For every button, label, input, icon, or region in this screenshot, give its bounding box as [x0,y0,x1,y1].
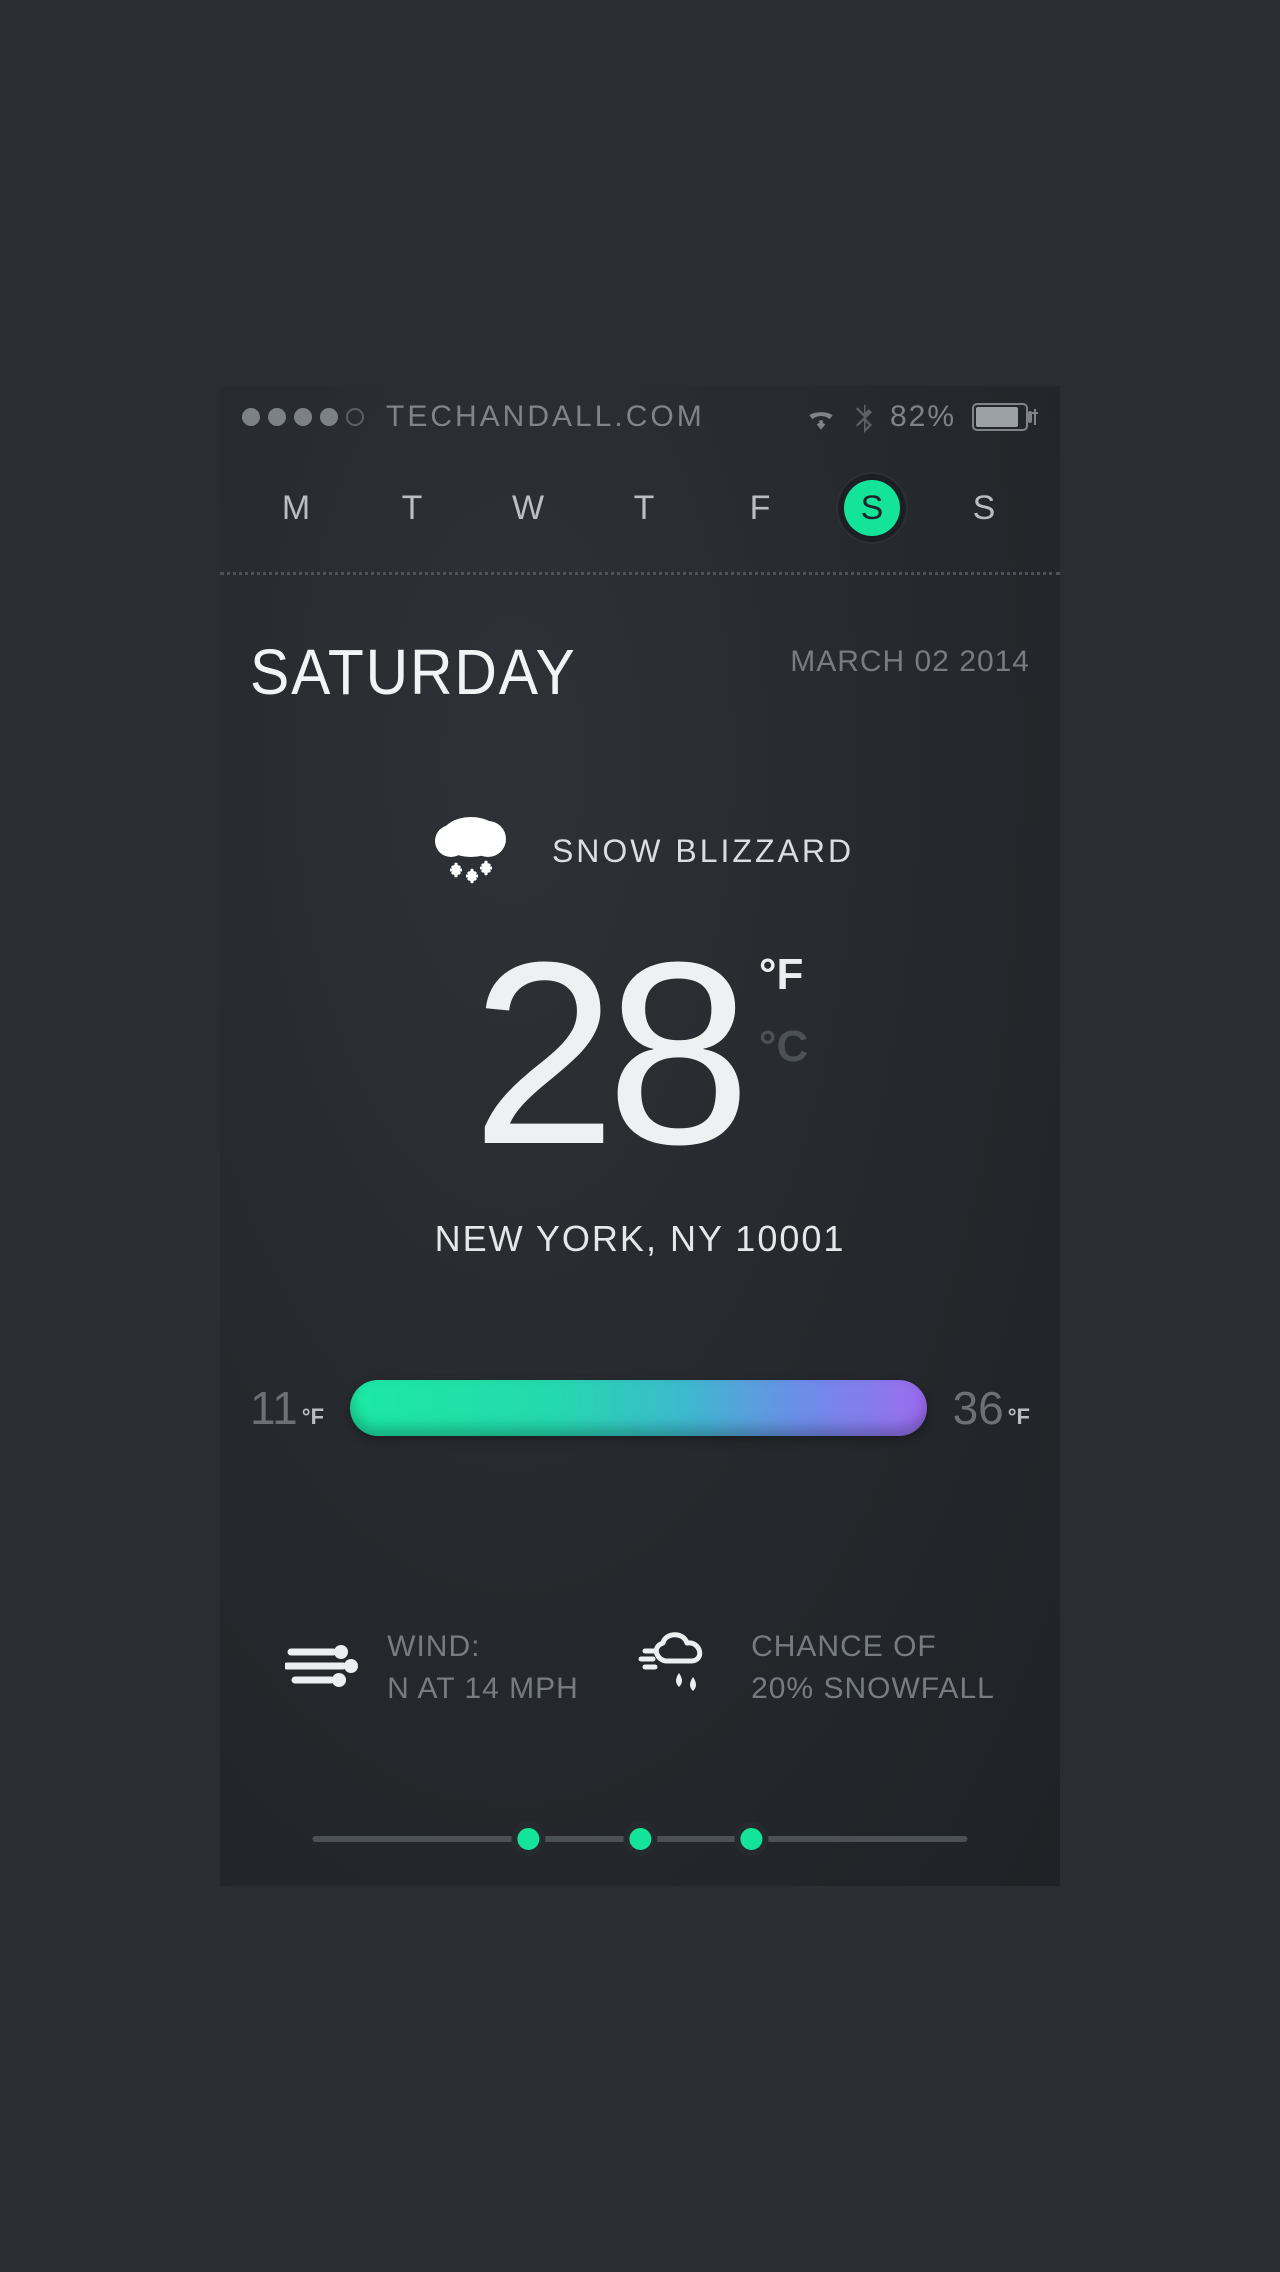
day-tab-sat[interactable]: S [844,480,900,536]
wind-label: WIND: [387,1626,579,1668]
temperature-value: 28 [472,924,741,1184]
location-label: NEW YORK, NY 10001 [220,1218,1060,1260]
day-tab-sun[interactable]: S [952,489,1016,528]
temperature-range: 11 °F 36 °F [220,1380,1060,1436]
wifi-icon [804,404,838,430]
range-gradient-bar [350,1380,927,1436]
header-row: SATURDAY MARCH 02 2014 [220,575,1060,719]
precip-detail: CHANCE OF 20% SNOWFALL [637,1626,995,1710]
day-tab-fri[interactable]: F [728,489,792,528]
day-tab-thu[interactable]: T [612,489,676,528]
precip-label: CHANCE OF [751,1626,995,1668]
precip-value: 20% SNOWFALL [751,1668,995,1710]
day-tab-tue[interactable]: T [380,489,444,528]
range-high: 36 °F [953,1381,1030,1435]
pager-dot-3[interactable] [734,1822,768,1856]
day-tab-mon[interactable]: M [264,489,328,528]
range-high-value: 36 [953,1381,1004,1435]
wind-value: N AT 14 MPH [387,1668,579,1710]
wind-icon [285,1638,363,1699]
range-high-unit: °F [1008,1404,1030,1430]
snow-cloud-icon [426,809,516,894]
battery-percentage: 82% [890,400,956,434]
range-low: 11 °F [250,1381,324,1435]
condition-label: SNOW BLIZZARD [552,833,854,870]
range-low-unit: °F [302,1404,324,1430]
battery-icon [972,403,1038,431]
date-label: MARCH 02 2014 [790,635,1030,679]
signal-strength-icon [242,408,364,426]
condition-row: SNOW BLIZZARD [220,809,1060,894]
unit-fahrenheit[interactable]: °F [759,950,808,1000]
rain-cloud-icon [637,1631,727,1706]
day-tab-wed[interactable]: W [496,489,560,528]
details-row: WIND: N AT 14 MPH CHANCE OF [220,1626,1060,1710]
wind-detail: WIND: N AT 14 MPH [285,1626,579,1710]
temperature-row: 28 °F °C [220,924,1060,1184]
pager-dot-1[interactable] [512,1822,546,1856]
carrier-label: TECHANDALL.COM [386,400,705,434]
pager-dot-2[interactable] [623,1822,657,1856]
page-indicator[interactable] [312,1836,967,1842]
day-name: SATURDAY [250,635,577,709]
weather-app-screen: TECHANDALL.COM 82% M T W T F [220,386,1060,1886]
unit-celsius[interactable]: °C [759,1022,808,1072]
range-low-value: 11 [250,1381,298,1435]
bluetooth-icon [854,401,874,433]
status-bar: TECHANDALL.COM 82% [220,386,1060,448]
day-tabs: M T W T F S S [220,448,1060,568]
